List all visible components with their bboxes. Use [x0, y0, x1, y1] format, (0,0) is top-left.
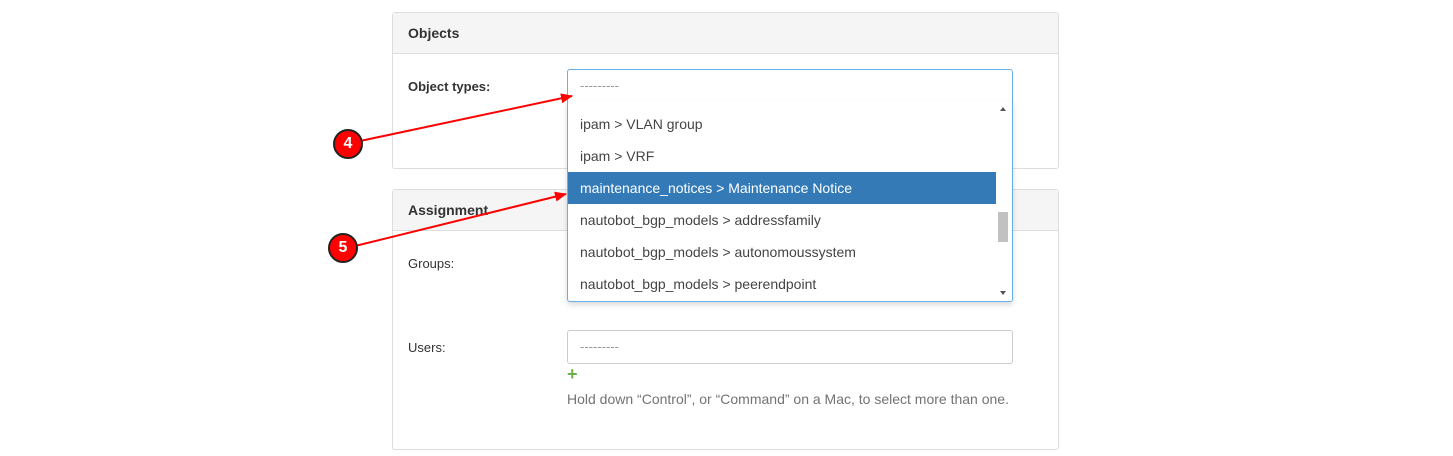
- dropdown-option[interactable]: nautobot_bgp_models > autonomoussystem: [568, 236, 997, 268]
- scrollbar-thumb[interactable]: [998, 212, 1008, 242]
- dropdown-option[interactable]: ipam > VLAN group: [568, 108, 997, 140]
- scroll-up-icon[interactable]: [1000, 107, 1006, 111]
- users-placeholder: ---------: [580, 339, 619, 354]
- step-5-badge: 5: [328, 233, 358, 263]
- step-4-badge: 4: [333, 129, 363, 159]
- dropdown-option-selected[interactable]: maintenance_notices > Maintenance Notice: [568, 172, 997, 204]
- dropdown-scrollbar[interactable]: [996, 101, 1012, 301]
- dropdown-option[interactable]: ipam > VRF: [568, 140, 997, 172]
- dropdown-option[interactable]: nautobot_bgp_models > peerendpoint: [568, 268, 997, 300]
- groups-label: Groups:: [408, 256, 455, 271]
- add-user-icon[interactable]: +: [567, 365, 578, 383]
- users-label: Users:: [408, 340, 446, 355]
- scroll-down-icon[interactable]: [1000, 291, 1006, 295]
- help-text: Hold down “Control”, or “Command” on a M…: [567, 391, 1009, 407]
- users-select[interactable]: ---------: [567, 330, 1013, 364]
- objects-panel-title: Objects: [393, 13, 1058, 54]
- object-types-select[interactable]: ---------: [567, 69, 1013, 102]
- object-types-dropdown[interactable]: ipam > VLAN group ipam > VRF maintenance…: [567, 101, 1013, 302]
- object-types-placeholder: ---------: [580, 78, 619, 93]
- dropdown-option[interactable]: nautobot_bgp_models > addressfamily: [568, 204, 997, 236]
- object-types-label: Object types:: [408, 79, 491, 94]
